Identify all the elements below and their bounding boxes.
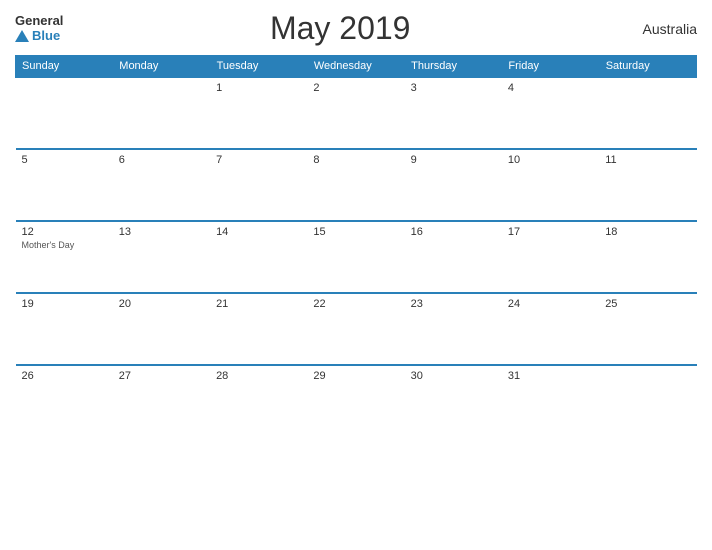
- calendar-cell: 27: [113, 365, 210, 437]
- calendar-week-row: 5678 9 10 11: [16, 149, 697, 221]
- calendar-cell: 20: [113, 293, 210, 365]
- calendar-cell: [16, 77, 113, 149]
- calendar-cell: 9: [405, 149, 502, 221]
- day-number: 26: [22, 370, 107, 382]
- calendar-cell: 8: [307, 149, 404, 221]
- calendar-cell: [113, 77, 210, 149]
- day-number: 17: [508, 226, 593, 238]
- calendar-cell: 21: [210, 293, 307, 365]
- logo-general-text: General: [15, 14, 63, 28]
- day-number: 4: [508, 82, 593, 94]
- header-thursday: Thursday: [405, 56, 502, 78]
- header-tuesday: Tuesday: [210, 56, 307, 78]
- calendar-cell: 10: [502, 149, 599, 221]
- day-number: 13: [119, 226, 204, 238]
- calendar-cell: 19: [16, 293, 113, 365]
- calendar-cell: 31: [502, 365, 599, 437]
- logo: General Blue: [15, 14, 63, 43]
- calendar-cell: 1: [210, 77, 307, 149]
- calendar-cell: 16: [405, 221, 502, 293]
- logo-blue-text: Blue: [15, 29, 63, 43]
- calendar-cell: 11: [599, 149, 696, 221]
- header-friday: Friday: [502, 56, 599, 78]
- day-number: 27: [119, 370, 204, 382]
- day-number: 8: [313, 154, 398, 166]
- day-number: 6: [119, 154, 204, 166]
- calendar-cell: 28: [210, 365, 307, 437]
- country-label: Australia: [617, 21, 697, 37]
- header: General Blue May 2019 Australia: [15, 10, 697, 47]
- day-number: 11: [605, 154, 690, 166]
- day-number: 12: [22, 226, 107, 238]
- calendar-cell: 18: [599, 221, 696, 293]
- day-number: 19: [22, 298, 107, 310]
- logo-blue-label: Blue: [32, 29, 60, 43]
- calendar-title: May 2019: [63, 10, 617, 47]
- day-number: 15: [313, 226, 398, 238]
- calendar-cell: 15: [307, 221, 404, 293]
- calendar-cell: 5: [16, 149, 113, 221]
- calendar-cell: 17: [502, 221, 599, 293]
- calendar-cell: 29: [307, 365, 404, 437]
- calendar-table: Sunday Monday Tuesday Wednesday Thursday…: [15, 55, 697, 437]
- day-number: 7: [216, 154, 301, 166]
- calendar-cell: 14: [210, 221, 307, 293]
- day-number: 3: [411, 82, 496, 94]
- day-number: 10: [508, 154, 593, 166]
- calendar-cell: [599, 365, 696, 437]
- header-saturday: Saturday: [599, 56, 696, 78]
- logo-triangle-icon: [15, 30, 29, 42]
- day-number: 20: [119, 298, 204, 310]
- day-number: 2: [313, 82, 398, 94]
- day-number: 24: [508, 298, 593, 310]
- calendar-cell: 22: [307, 293, 404, 365]
- calendar-cell: 3: [405, 77, 502, 149]
- day-number: 31: [508, 370, 593, 382]
- calendar-cell: 30: [405, 365, 502, 437]
- day-number: 18: [605, 226, 690, 238]
- calendar-cell: 12 Mother's Day: [16, 221, 113, 293]
- calendar-cell: 2: [307, 77, 404, 149]
- day-number: 9: [411, 154, 496, 166]
- day-number: 25: [605, 298, 690, 310]
- day-number: 1: [216, 82, 301, 94]
- header-monday: Monday: [113, 56, 210, 78]
- calendar-cell: 25: [599, 293, 696, 365]
- calendar-cell: 24: [502, 293, 599, 365]
- day-number: 30: [411, 370, 496, 382]
- day-number: 14: [216, 226, 301, 238]
- calendar-cell: 23: [405, 293, 502, 365]
- weekday-header-row: Sunday Monday Tuesday Wednesday Thursday…: [16, 56, 697, 78]
- calendar-cell: 6: [113, 149, 210, 221]
- page: General Blue May 2019 Australia Sunday M…: [0, 0, 712, 550]
- day-number: 23: [411, 298, 496, 310]
- day-number: 5: [22, 154, 107, 166]
- day-number: 29: [313, 370, 398, 382]
- calendar-week-row: 12 34: [16, 77, 697, 149]
- header-wednesday: Wednesday: [307, 56, 404, 78]
- header-sunday: Sunday: [16, 56, 113, 78]
- day-number: 22: [313, 298, 398, 310]
- calendar-week-row: 19 20 21 22 23 24 25: [16, 293, 697, 365]
- day-number: 21: [216, 298, 301, 310]
- calendar-cell: 26: [16, 365, 113, 437]
- day-number: 16: [411, 226, 496, 238]
- calendar-week-row: 26 27 28 29 30 31: [16, 365, 697, 437]
- calendar-week-row: 12 Mother's Day 13 14 15 16 17 18: [16, 221, 697, 293]
- calendar-cell: 13: [113, 221, 210, 293]
- event-label: Mother's Day: [22, 240, 107, 250]
- day-number: 28: [216, 370, 301, 382]
- calendar-cell: 4: [502, 77, 599, 149]
- calendar-cell: 7: [210, 149, 307, 221]
- calendar-cell: [599, 77, 696, 149]
